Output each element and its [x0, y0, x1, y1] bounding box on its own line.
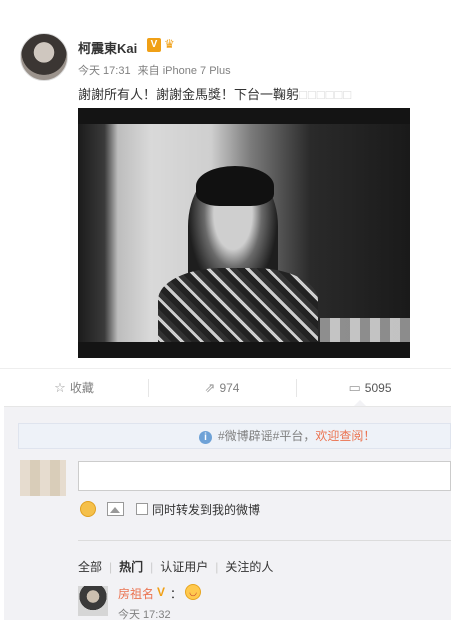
post-time[interactable]: 今天 17:31	[78, 65, 131, 77]
filter-separator: |	[150, 560, 154, 574]
verified-badge: V	[147, 38, 161, 52]
comment-filters: 全部 | 热门 | 认证用户 | 关注的人	[78, 558, 273, 575]
photo-band-bottom	[78, 342, 410, 358]
photo-body	[158, 268, 318, 348]
favorite-label: 收藏	[69, 381, 94, 395]
post-meta: 今天 17:31 来自 iPhone 7 Plus	[78, 62, 235, 78]
forward-icon: ⇗	[204, 380, 216, 395]
favorite-button[interactable]: ☆ 收藏	[0, 369, 148, 407]
rumor-notice: i #微博辟谣#平台，欢迎查阅！	[18, 423, 451, 449]
notice-prefix[interactable]: #微博辟谣#平台，	[218, 429, 315, 443]
emoji-icon[interactable]	[80, 501, 96, 517]
repost-checkbox[interactable]	[136, 503, 148, 515]
comment-icon: ▭	[348, 380, 361, 395]
comment-button[interactable]: ▭ 5095	[296, 369, 444, 407]
post-text: 謝謝所有人！謝謝金馬獎！下台一鞠躬□□□□□□	[78, 84, 352, 103]
post-text-boxes: □□□□□□	[299, 87, 353, 102]
action-bar: ☆ 收藏 ⇗ 974 ▭ 5095	[0, 368, 451, 406]
forward-button[interactable]: ⇗ 974	[148, 369, 296, 407]
comment-username[interactable]: 房祖名	[118, 585, 154, 602]
post-photo[interactable]	[78, 108, 410, 358]
filter-following[interactable]: 关注的人	[225, 558, 273, 575]
comment-count: 5095	[364, 381, 392, 395]
author-name[interactable]: 柯震東Kai	[78, 38, 137, 57]
comment-colon: ：	[170, 587, 183, 601]
filter-separator: |	[109, 560, 113, 574]
photo-hair	[196, 166, 274, 206]
comment-verified-badge: V	[157, 585, 166, 599]
comment-avatar[interactable]	[78, 586, 108, 616]
star-icon: ☆	[54, 380, 66, 395]
notice-link[interactable]: 欢迎查阅！	[315, 429, 375, 443]
author-avatar[interactable]	[20, 33, 68, 81]
filter-verified[interactable]: 认证用户	[160, 558, 208, 575]
post-text-body: 謝謝所有人！謝謝金馬獎！下台一鞠躬	[78, 87, 300, 102]
filter-hot[interactable]: 热门	[119, 558, 143, 575]
info-icon: i	[199, 431, 212, 444]
comment-input[interactable]	[78, 461, 451, 491]
comment-time[interactable]: 今天 17:32	[118, 606, 171, 620]
forward-count: 974	[219, 381, 240, 395]
filter-divider	[78, 540, 451, 541]
post-source[interactable]: 来自 iPhone 7 Plus	[138, 65, 231, 77]
image-icon[interactable]	[107, 502, 124, 516]
current-user-avatar[interactable]	[20, 460, 66, 496]
photo-band-top	[78, 108, 410, 124]
filter-all[interactable]: 全部	[78, 558, 102, 575]
crown-icon: ♛	[164, 37, 175, 51]
repost-checkbox-label[interactable]: 同时转发到我的微博	[152, 501, 260, 518]
blush-emoji-icon: ◡	[185, 584, 201, 600]
filter-separator: |	[215, 560, 219, 574]
